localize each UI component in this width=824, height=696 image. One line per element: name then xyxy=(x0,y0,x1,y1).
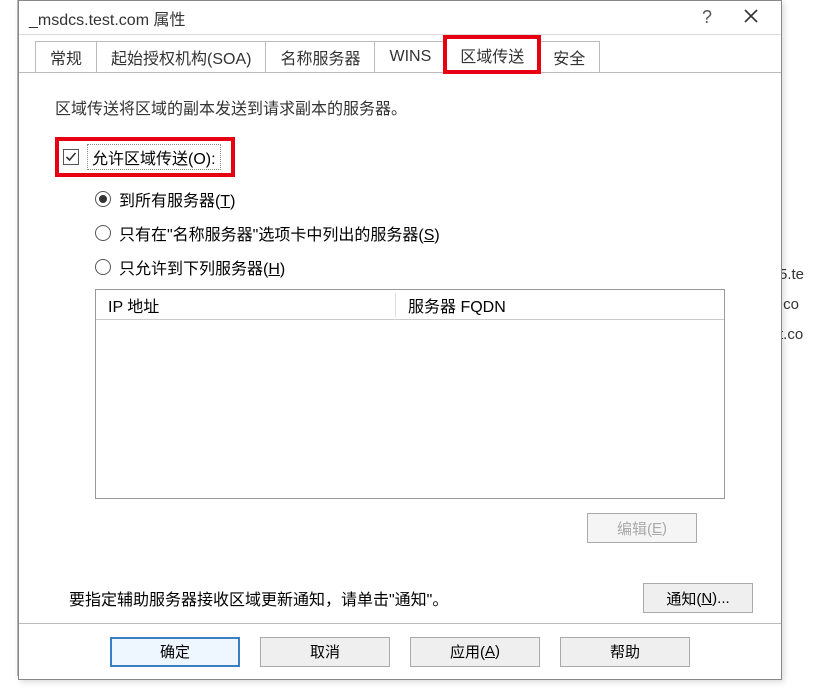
tab-soa[interactable]: 起始授权机构(SOA) xyxy=(96,41,266,72)
tab-label: 常规 xyxy=(50,45,82,69)
table-header: IP 地址 服务器 FQDN xyxy=(96,290,724,320)
allow-transfer-checkbox[interactable] xyxy=(63,149,79,165)
radio-input[interactable] xyxy=(95,191,111,207)
edit-button: 编辑(E) xyxy=(587,513,697,543)
tab-name-servers[interactable]: 名称服务器 xyxy=(265,41,375,72)
background-left-strip xyxy=(0,0,18,696)
radio-following-servers[interactable]: 只允许到下列服务器(H) xyxy=(95,255,753,279)
help-icon[interactable]: ? xyxy=(687,7,727,28)
radio-label: 只允许到下列服务器(H) xyxy=(119,255,285,279)
background-right-fragment: 5.te .co t.co xyxy=(779,0,824,696)
allow-transfer-row[interactable]: 允许区域传送(O): xyxy=(59,141,231,173)
column-server-fqdn: 服务器 FQDN xyxy=(396,293,724,317)
description-text: 区域传送将区域的副本发送到请求副本的服务器。 xyxy=(55,95,753,119)
bg-text-1: 5.te xyxy=(779,260,824,290)
apply-button[interactable]: 应用(A) xyxy=(410,637,540,667)
properties-dialog: _msdcs.test.com 属性 ? 常规 起始授权机构(SOA) 名称服务… xyxy=(18,0,782,680)
tab-label: 安全 xyxy=(553,45,585,69)
ok-button[interactable]: 确定 xyxy=(110,637,240,667)
tab-content: 区域传送将区域的副本发送到请求副本的服务器。 允许区域传送(O): 到所有服务器… xyxy=(19,73,781,623)
tab-security[interactable]: 安全 xyxy=(538,41,600,72)
tab-wins[interactable]: WINS xyxy=(374,41,446,72)
radio-label: 到所有服务器(T) xyxy=(119,187,235,211)
allow-transfer-label: 允许区域传送(O): xyxy=(87,144,221,170)
column-ip-address: IP 地址 xyxy=(96,293,396,317)
notify-row: 要指定辅助服务器接收区域更新通知，请单击"通知"。 通知(N)... xyxy=(69,583,753,613)
tab-general[interactable]: 常规 xyxy=(35,41,97,72)
server-list-table: IP 地址 服务器 FQDN xyxy=(95,289,725,499)
radio-label: 只有在"名称服务器"选项卡中列出的服务器(S) xyxy=(119,221,440,245)
tab-label: WINS xyxy=(389,48,431,66)
window-title: _msdcs.test.com 属性 xyxy=(29,6,687,30)
titlebar: _msdcs.test.com 属性 ? xyxy=(19,1,781,35)
notify-button[interactable]: 通知(N)... xyxy=(643,583,753,613)
help-button[interactable]: 帮助 xyxy=(560,637,690,667)
dialog-footer: 确定 取消 应用(A) 帮助 xyxy=(19,623,781,679)
tab-label: 名称服务器 xyxy=(280,45,360,69)
tab-label: 起始授权机构(SOA) xyxy=(111,45,251,69)
edit-button-row: 编辑(E) xyxy=(55,513,697,543)
cancel-button[interactable]: 取消 xyxy=(260,637,390,667)
close-button[interactable] xyxy=(727,4,775,32)
radio-ns-tab-servers[interactable]: 只有在"名称服务器"选项卡中列出的服务器(S) xyxy=(95,221,753,245)
close-icon xyxy=(744,9,758,23)
allow-transfer-highlight: 允许区域传送(O): xyxy=(55,137,235,177)
tab-label: 区域传送 xyxy=(460,43,524,67)
radio-group: 到所有服务器(T) 只有在"名称服务器"选项卡中列出的服务器(S) 只允许到下列… xyxy=(95,187,753,279)
notify-description: 要指定辅助服务器接收区域更新通知，请单击"通知"。 xyxy=(69,586,613,610)
checkmark-icon xyxy=(65,151,77,163)
radio-input[interactable] xyxy=(95,259,111,275)
bg-text-3: t.co xyxy=(779,320,824,350)
radio-input[interactable] xyxy=(95,225,111,241)
radio-all-servers[interactable]: 到所有服务器(T) xyxy=(95,187,753,211)
bg-text-2: .co xyxy=(779,290,824,320)
tab-strip: 常规 起始授权机构(SOA) 名称服务器 WINS 区域传送 安全 xyxy=(19,35,781,73)
tab-zone-transfer[interactable]: 区域传送 xyxy=(445,37,539,72)
